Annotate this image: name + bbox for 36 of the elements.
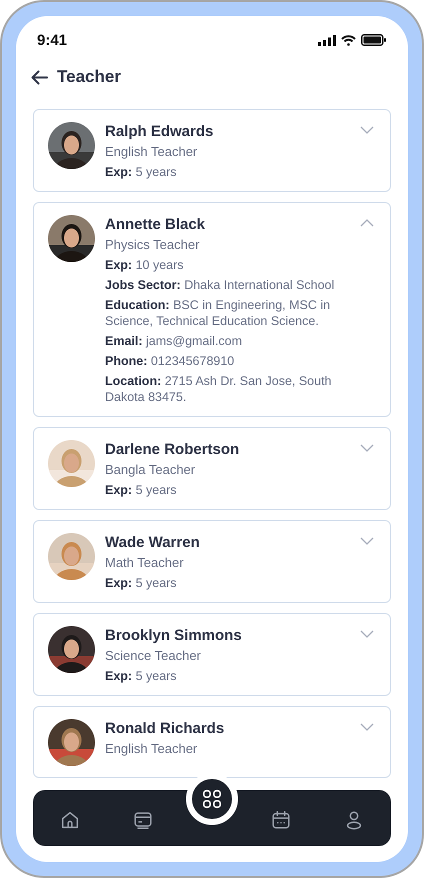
teacher-subject: Bangla Teacher — [105, 461, 196, 479]
detail-text: Jobs Sector: Dhaka International School — [105, 277, 336, 293]
teacher-subject: English Teacher — [105, 740, 198, 758]
teacher-name: Darlene Robertson — [105, 440, 240, 460]
teacher-name: Ronald Richards — [105, 719, 226, 739]
detail-text: Education: BSC in Engineering, MSC in Science, Technical Education Science. — [105, 297, 332, 329]
grid-icon[interactable] — [201, 788, 223, 810]
teacher-subject: Physics Teacher — [105, 236, 200, 254]
detail-text: Exp: 5 years — [105, 575, 178, 591]
teacher-card[interactable]: Ralph Edwards English Teacher Exp: 5 years — [33, 109, 391, 192]
detail-text: Exp: 5 years — [105, 482, 178, 498]
page-title: Teacher — [57, 67, 121, 87]
teacher-name: Annette Black — [105, 215, 206, 235]
teacher-card[interactable]: Ronald Richards English Teacher — [33, 706, 391, 778]
teacher-card[interactable]: Wade Warren Math Teacher Exp: 5 years — [33, 520, 391, 603]
calendar-icon[interactable] — [270, 809, 292, 831]
detail-text: Exp: 5 years — [105, 668, 178, 684]
teacher-subject: English Teacher — [105, 143, 198, 161]
teacher-name: Wade Warren — [105, 533, 201, 553]
detail-text: Exp: 10 years — [105, 257, 185, 273]
detail-text: Phone: 012345678910 — [105, 353, 236, 369]
teacher-name: Brooklyn Simmons — [105, 626, 243, 646]
detail-text: Email: jams@gmail.com — [105, 333, 244, 349]
teacher-card[interactable]: Brooklyn Simmons Science Teacher Exp: 5 years — [33, 613, 391, 696]
status-time: 9:41 — [37, 32, 68, 48]
detail-text: Location: 2715 Ash Dr. San Jose, South Dakota 83475. — [105, 373, 333, 405]
teacher-card[interactable]: Darlene Robertson Bangla Teacher Exp: 5 years — [33, 427, 391, 510]
detail-text: Exp: 5 years — [105, 164, 178, 180]
teacher-name: Ralph Edwards — [105, 122, 214, 142]
teacher-card[interactable] — [33, 202, 391, 417]
signal-icon — [318, 34, 336, 46]
back-arrow-icon[interactable] — [31, 70, 48, 84]
battery-icon — [361, 34, 386, 46]
wifi-icon — [341, 34, 356, 46]
teacher-subject: Math Teacher — [105, 554, 185, 572]
teacher-subject: Science Teacher — [105, 647, 202, 665]
